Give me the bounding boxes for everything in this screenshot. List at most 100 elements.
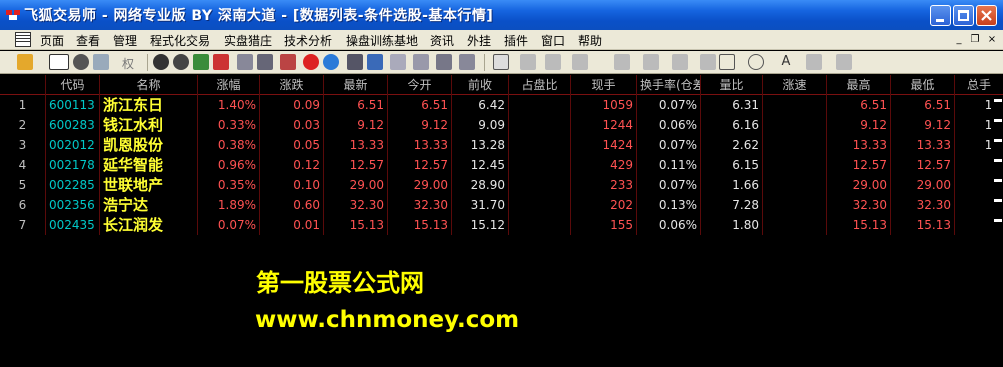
header-high[interactable]: 最高	[827, 75, 891, 95]
line-icon[interactable]	[520, 54, 536, 70]
scroll-indicator[interactable]	[991, 95, 1003, 245]
cell-open-price: 6.51	[388, 95, 452, 115]
cell-turnover: 0.07%	[637, 135, 701, 155]
close-button[interactable]	[976, 5, 997, 26]
cell-float-ratio	[509, 95, 571, 115]
chart-window-icon[interactable]	[413, 54, 429, 70]
header-open[interactable]: 今开	[388, 75, 452, 95]
header-float-ratio[interactable]: 占盘比	[509, 75, 571, 95]
menu-live-tracking[interactable]: 实盘猎庄	[224, 32, 272, 49]
header-pct-change[interactable]: 涨幅	[198, 75, 260, 95]
maximize-icon	[958, 10, 969, 21]
mdi-minimize-button[interactable]: _	[952, 34, 966, 46]
pointer-icon[interactable]	[459, 54, 475, 70]
alarm-icon[interactable]	[280, 54, 296, 70]
rect-icon[interactable]	[719, 54, 735, 70]
header-name[interactable]: 名称	[100, 75, 198, 95]
chart-icon[interactable]	[213, 54, 229, 70]
cell-float-ratio	[509, 215, 571, 235]
cell-high-price: 12.57	[827, 155, 891, 175]
move-icon[interactable]	[73, 54, 89, 70]
menu-window[interactable]: 窗口	[541, 32, 565, 49]
menu-manage[interactable]: 管理	[113, 32, 137, 49]
channel-icon[interactable]	[700, 54, 716, 70]
title-bar[interactable]: 飞狐交易师 - 网络专业版 BY 深南大道 - [数据列表-条件选股-基本行情]	[0, 0, 1003, 30]
mdi-restore-button[interactable]: ❐	[968, 34, 982, 46]
menu-help[interactable]: 帮助	[578, 32, 602, 49]
table-row[interactable]: 6 002356 浩宁达 1.89% 0.60 32.30 32.30 31.70 202 0.1…	[0, 195, 1003, 215]
width-icon[interactable]	[836, 54, 852, 70]
cell-low-price: 6.51	[891, 95, 955, 115]
circle-icon[interactable]	[748, 54, 764, 70]
minimize-button[interactable]	[930, 5, 951, 26]
header-index[interactable]	[0, 75, 46, 95]
toolbar-separator	[484, 54, 485, 71]
close-icon	[981, 10, 992, 21]
cursor-icon[interactable]	[493, 54, 509, 70]
table-row[interactable]: 7 002435 长江润发 0.07% 0.01 15.13 15.13 15.12 155 0.…	[0, 215, 1003, 235]
cell-prev-close: 28.90	[452, 175, 509, 195]
cell-row-index: 5	[0, 175, 46, 195]
menu-view[interactable]: 查看	[76, 32, 100, 49]
open-icon[interactable]	[17, 54, 33, 70]
table-row[interactable]: 2 600283 钱江水利 0.33% 0.03 9.12 9.12 9.09 1244 0.06…	[0, 115, 1003, 135]
header-volume-ratio[interactable]: 量比	[701, 75, 763, 95]
cross-icon[interactable]	[572, 54, 588, 70]
menu-program-trading[interactable]: 程式化交易	[150, 32, 210, 49]
monitor-icon[interactable]	[436, 54, 452, 70]
menu-training-base[interactable]: 操盘训练基地	[346, 32, 418, 49]
header-change[interactable]: 涨跌	[260, 75, 324, 95]
infinity-icon[interactable]	[173, 54, 189, 70]
header-last[interactable]: 最新	[324, 75, 388, 95]
calculator-icon[interactable]	[193, 54, 209, 70]
menu-addins[interactable]: 插件	[504, 32, 528, 49]
book-icon[interactable]	[237, 54, 253, 70]
header-turnover[interactable]: 换手率(仓差	[637, 75, 701, 95]
cell-pct-change: 0.07%	[198, 215, 260, 235]
list-icon[interactable]	[347, 54, 363, 70]
table-row[interactable]: 4 002178 延华智能 0.96% 0.12 12.57 12.57 12.45 429 0.…	[0, 155, 1003, 175]
restore-rights-label[interactable]: 权	[122, 55, 134, 72]
parallel-icon[interactable]	[672, 54, 688, 70]
cell-low-price: 15.13	[891, 215, 955, 235]
rsi-icon[interactable]	[49, 54, 69, 70]
table-row[interactable]: 1 600113 浙江东日 1.40% 0.09 6.51 6.51 6.42 1059 0.07…	[0, 95, 1003, 115]
refresh-icon[interactable]	[323, 54, 339, 70]
header-speed[interactable]: 涨速	[763, 75, 827, 95]
glasses-icon[interactable]	[153, 54, 169, 70]
cell-current-volume: 233	[571, 175, 637, 195]
cell-volume-ratio: 2.62	[701, 135, 763, 155]
table-icon[interactable]	[390, 54, 406, 70]
cell-last-price: 9.12	[324, 115, 388, 135]
cell-current-volume: 1059	[571, 95, 637, 115]
fan-icon[interactable]	[614, 54, 630, 70]
cell-pct-change: 0.33%	[198, 115, 260, 135]
menu-plugins-ext[interactable]: 外挂	[467, 32, 491, 49]
maximize-button[interactable]	[953, 5, 974, 26]
header-prev-close[interactable]: 前收	[452, 75, 509, 95]
header-low[interactable]: 最低	[891, 75, 955, 95]
color-icon[interactable]	[806, 54, 822, 70]
cell-volume-ratio: 6.15	[701, 155, 763, 175]
alert-icon[interactable]	[303, 54, 319, 70]
toolbar: 权 A	[0, 51, 1003, 74]
text-icon[interactable]: A	[778, 54, 794, 70]
document-icon[interactable]	[15, 32, 31, 47]
mdi-close-button[interactable]: ×	[985, 34, 999, 46]
table-row[interactable]: 3 002012 凯恩股份 0.38% 0.05 13.33 13.33 13.28 1424 0…	[0, 135, 1003, 155]
zoom-icon[interactable]	[93, 54, 109, 70]
cell-speed	[763, 115, 827, 135]
header-code[interactable]: 代码	[46, 75, 100, 95]
ray-icon[interactable]	[545, 54, 561, 70]
menu-news[interactable]: 资讯	[430, 32, 454, 49]
cell-volume-ratio: 6.16	[701, 115, 763, 135]
header-current-volume[interactable]: 现手	[571, 75, 637, 95]
header-total-volume[interactable]: 总手	[955, 75, 1003, 95]
grid-icon[interactable]	[367, 54, 383, 70]
cell-change: 0.03	[260, 115, 324, 135]
fib-icon[interactable]	[643, 54, 659, 70]
table-row[interactable]: 5 002285 世联地产 0.35% 0.10 29.00 29.00 28.90 233 0.…	[0, 175, 1003, 195]
menu-page[interactable]: 页面	[40, 32, 64, 49]
search-icon[interactable]	[257, 54, 273, 70]
menu-technical-analysis[interactable]: 技术分析	[284, 32, 332, 49]
